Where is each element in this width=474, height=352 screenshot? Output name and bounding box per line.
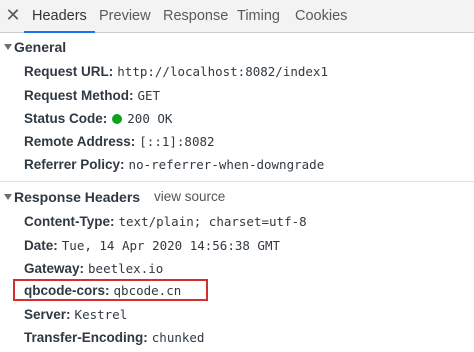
response-headers-section-header[interactable]: Response Headers view source	[0, 187, 474, 207]
remote-address-value: [::1]:8082	[139, 134, 215, 149]
request-method-key: Request Method:	[24, 88, 134, 103]
transfer-encoding-value: chunked	[151, 330, 205, 345]
referrer-policy-value: no-referrer-when-downgrade	[128, 157, 325, 172]
request-method-row: Request Method: GET	[24, 86, 160, 106]
remote-address-row: Remote Address: [::1]:8082	[24, 132, 215, 152]
tab-cookies[interactable]: Cookies	[287, 0, 355, 32]
server-row: Server: Kestrel	[24, 305, 127, 325]
status-ok-dot-icon	[112, 114, 123, 124]
tab-headers[interactable]: Headers	[24, 0, 95, 33]
referrer-policy-key: Referrer Policy:	[24, 157, 125, 172]
devtools-tab-bar: ✕ Headers Preview Response Timing Cookie…	[0, 0, 474, 33]
server-value: Kestrel	[74, 307, 128, 322]
highlight-annotation-box	[13, 279, 208, 301]
server-key: Server:	[24, 307, 71, 322]
status-code-value: 200 OK	[127, 111, 173, 126]
general-section-title: General	[14, 39, 67, 55]
request-url-key: Request URL:	[24, 64, 114, 79]
gateway-row: Gateway: beetlex.io	[24, 259, 163, 279]
status-code-row: Status Code: 200 OK	[24, 109, 172, 129]
tab-timing[interactable]: Timing	[229, 0, 288, 32]
tab-preview[interactable]: Preview	[91, 0, 159, 32]
request-url-row: Request URL: http://localhost:8082/index1	[24, 62, 328, 82]
request-url-value: http://localhost:8082/index1	[117, 64, 328, 79]
response-headers-section-title: Response Headers	[14, 189, 141, 205]
expand-triangle-icon	[4, 194, 12, 200]
date-row: Date: Tue, 14 Apr 2020 14:56:38 GMT	[24, 236, 280, 256]
gateway-value: beetlex.io	[88, 261, 164, 276]
content-type-key: Content-Type:	[24, 214, 115, 229]
general-section-header[interactable]: General	[0, 37, 474, 57]
content-type-value: text/plain; charset=utf-8	[118, 214, 307, 229]
close-icon[interactable]: ✕	[5, 5, 21, 25]
tab-response[interactable]: Response	[155, 0, 236, 32]
section-divider	[0, 181, 474, 182]
gateway-key: Gateway:	[24, 261, 85, 276]
view-source-link[interactable]: view source	[154, 187, 225, 207]
content-type-row: Content-Type: text/plain; charset=utf-8	[24, 212, 307, 232]
transfer-encoding-key: Transfer-Encoding:	[24, 330, 148, 345]
expand-triangle-icon	[4, 44, 12, 50]
referrer-policy-row: Referrer Policy: no-referrer-when-downgra…	[24, 155, 324, 175]
date-key: Date:	[24, 238, 58, 253]
date-value: Tue, 14 Apr 2020 14:56:38 GMT	[61, 238, 281, 253]
status-code-key: Status Code:	[24, 111, 108, 126]
remote-address-key: Remote Address:	[24, 134, 136, 149]
request-method-value: GET	[137, 88, 161, 103]
transfer-encoding-row: Transfer-Encoding: chunked	[24, 328, 204, 348]
